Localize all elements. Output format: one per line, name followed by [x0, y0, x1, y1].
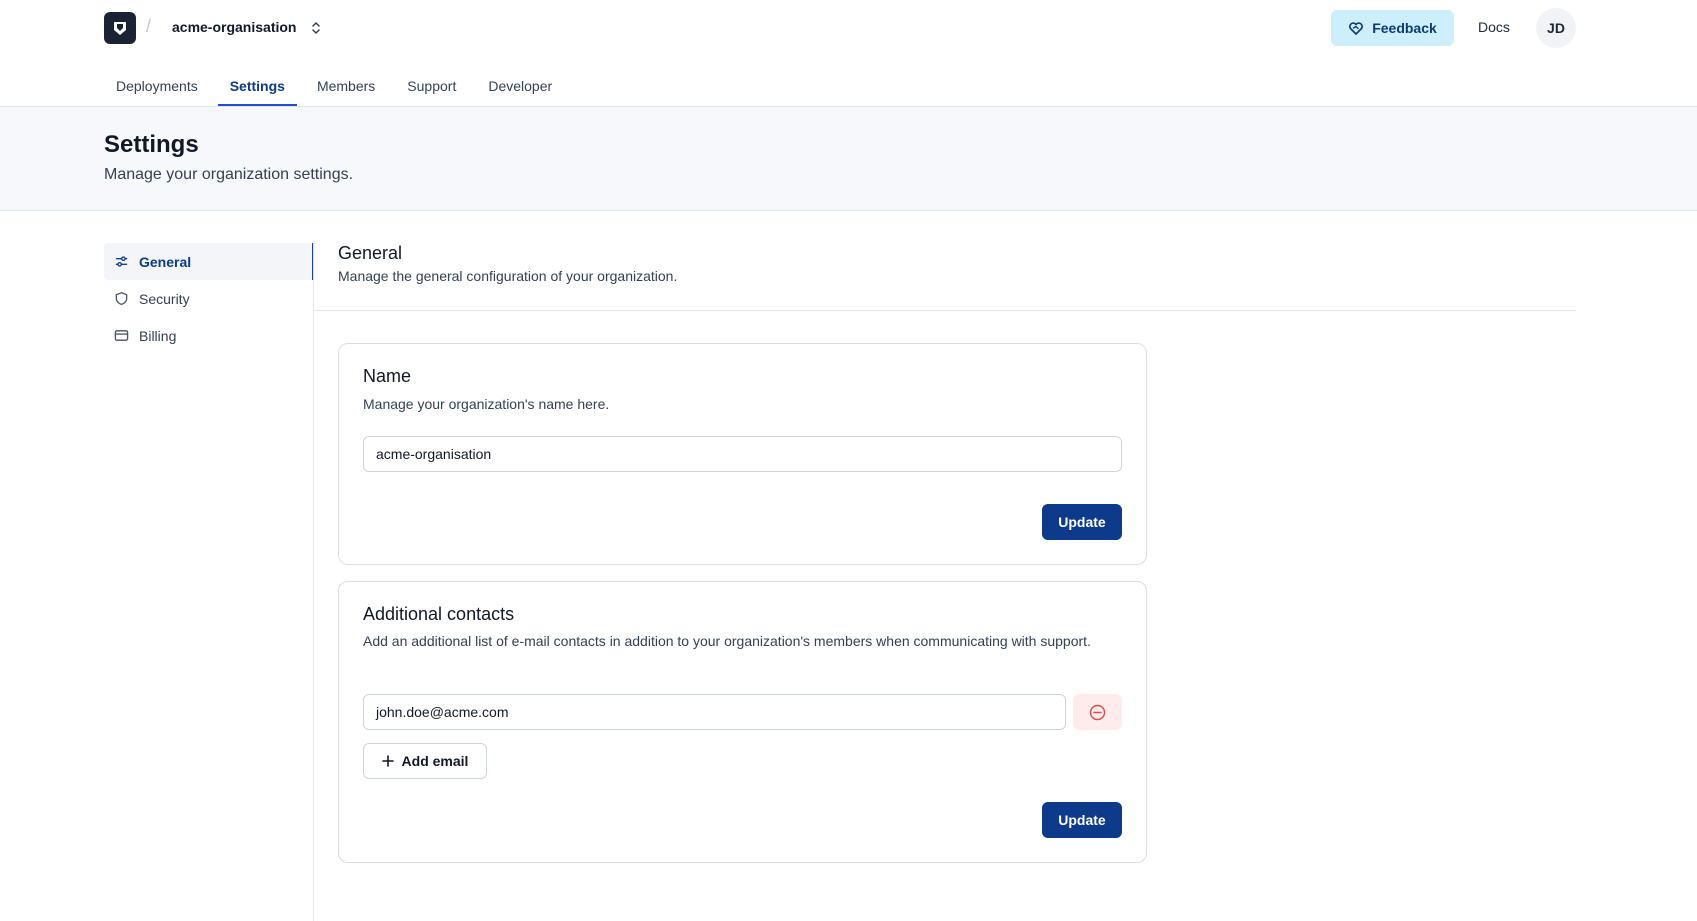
tab-deployments[interactable]: Deployments: [104, 70, 210, 106]
contacts-card-title: Additional contacts: [363, 604, 515, 624]
sidebar-item-label: Security: [139, 290, 190, 307]
sidebar-divider: [313, 243, 314, 921]
sidebar-item-billing[interactable]: Billing: [104, 317, 314, 354]
heart-handshake-icon: [1349, 22, 1364, 35]
avatar[interactable]: JD: [1536, 8, 1576, 48]
breadcrumb-separator: /: [146, 16, 152, 36]
org-name-input[interactable]: acme-organisation: [363, 436, 1122, 472]
sidebar-item-label: General: [139, 253, 192, 270]
settings-sidebar: General Security Billing: [104, 243, 314, 354]
top-bar: / acme-organisation Feedback Docs JD: [0, 0, 1697, 56]
section-subtitle: Manage the general configuration of your…: [338, 268, 678, 284]
update-name-button[interactable]: Update: [1042, 504, 1122, 540]
chevron-up-down-icon: [312, 21, 320, 35]
name-card-description: Manage your organization's name here.: [363, 396, 610, 412]
tab-members[interactable]: Members: [305, 70, 387, 106]
add-email-button[interactable]: Add email: [363, 743, 487, 779]
tab-support[interactable]: Support: [395, 70, 468, 106]
section-divider: [314, 310, 1576, 311]
update-contacts-button[interactable]: Update: [1042, 802, 1122, 838]
add-email-label: Add email: [401, 753, 469, 769]
section-title: General: [338, 243, 403, 263]
tab-settings[interactable]: Settings: [217, 70, 297, 106]
sidebar-item-general[interactable]: General: [104, 243, 314, 280]
name-card-title: Name: [363, 366, 412, 386]
update-label: Update: [1058, 514, 1106, 530]
email-field-value: john.doe@acme.com: [376, 704, 509, 720]
main-tabs: Deployments Settings Members Support Dev…: [104, 70, 572, 107]
contacts-card: Additional contacts Add an additional li…: [338, 581, 1147, 863]
credit-card-icon: [114, 330, 129, 341]
page-subtitle: Manage your organization settings.: [104, 166, 354, 183]
sidebar-item-security[interactable]: Security: [104, 280, 314, 317]
app-logo[interactable]: [104, 12, 136, 44]
tab-developer[interactable]: Developer: [476, 70, 564, 106]
email-field[interactable]: john.doe@acme.com: [363, 694, 1066, 730]
feedback-label: Feedback: [1372, 20, 1437, 36]
sliders-icon: [115, 256, 128, 267]
page-title: Settings: [104, 131, 199, 158]
plus-icon: [381, 755, 394, 767]
page-header: Settings Manage your organization settin…: [0, 107, 1697, 211]
org-switcher[interactable]: [308, 18, 324, 38]
sidebar-item-label: Billing: [139, 327, 177, 344]
avatar-initials: JD: [1547, 20, 1565, 36]
logo-icon: [114, 22, 126, 35]
org-name-input-value: acme-organisation: [376, 446, 492, 462]
minus-circle-icon: [1089, 704, 1106, 720]
name-card: Name Manage your organization's name her…: [338, 343, 1147, 565]
update-label: Update: [1058, 812, 1106, 828]
org-name[interactable]: acme-organisation: [172, 19, 296, 35]
remove-email-button[interactable]: [1073, 694, 1122, 730]
shield-icon: [115, 292, 128, 306]
feedback-button[interactable]: Feedback: [1331, 10, 1454, 46]
docs-link[interactable]: Docs: [1478, 19, 1510, 35]
contacts-card-description: Add an additional list of e-mail contact…: [363, 633, 1091, 649]
